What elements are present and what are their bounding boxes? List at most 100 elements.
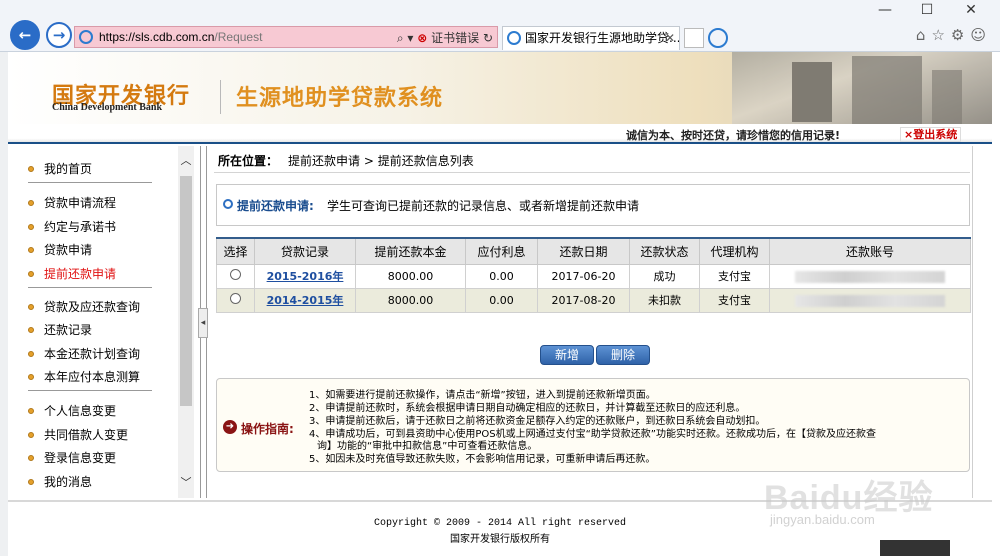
interest-cell: 0.00 bbox=[465, 287, 538, 313]
bullet-icon bbox=[28, 199, 34, 206]
chevron-down-icon[interactable]: ﹀ bbox=[178, 474, 194, 492]
info-box: 提前还款申请: 学生可查询已提前还款的记录信息、或者新增提前还款申请 bbox=[216, 184, 970, 226]
logo-divider bbox=[220, 80, 221, 114]
search-icon[interactable]: ⌕ ▾ bbox=[397, 31, 414, 45]
logout-link[interactable]: ×登出系统 bbox=[900, 127, 962, 142]
redacted-account bbox=[795, 270, 945, 283]
sidebar-item-co-borrower[interactable]: 共同借款人变更 bbox=[28, 426, 128, 443]
sidebar-item-agreement[interactable]: 约定与承诺书 bbox=[28, 218, 116, 235]
date-cell: 2017-08-20 bbox=[537, 287, 630, 313]
bullet-icon bbox=[28, 246, 34, 253]
copyright-owner: 国家开发银行版权所有 bbox=[450, 534, 550, 545]
agent-cell: 支付宝 bbox=[699, 263, 770, 289]
table-row: 2014-2015年 8000.00 0.00 2017-08-20 未扣款 支… bbox=[216, 287, 971, 313]
status-cell: 未扣款 bbox=[629, 287, 700, 313]
column-header: 提前还款本金 bbox=[355, 237, 466, 265]
agent-cell: 支付宝 bbox=[699, 287, 770, 313]
slogan: 诚信为本、按时还贷，请珍惜您的信用记录! bbox=[626, 129, 841, 142]
column-header: 还款账号 bbox=[769, 237, 971, 265]
page-edge bbox=[0, 52, 8, 556]
bullet-icon bbox=[28, 373, 34, 380]
browser-tab[interactable]: 国家开发银行生源地助学贷... ✕ bbox=[502, 26, 680, 50]
divider bbox=[28, 287, 152, 288]
collapse-sidebar-handle[interactable]: ◂ bbox=[198, 308, 208, 338]
minimize-button[interactable]: — bbox=[870, 2, 900, 18]
guide-line: 1、如需要进行提前还款操作，请点击“新增”按钮，进入到提前还款新增页面。 bbox=[309, 390, 656, 401]
bullet-icon bbox=[28, 478, 34, 485]
bullet-icon bbox=[28, 326, 34, 333]
cert-error-label[interactable]: 证书错误 bbox=[431, 31, 479, 45]
delete-button[interactable]: 删除 bbox=[596, 345, 650, 365]
address-bar[interactable]: https://sls.cdb.com.cn/Request ⌕ ▾ ⊗ 证书错… bbox=[74, 26, 498, 48]
operation-guide: ➜ 操作指南: 1、如需要进行提前还款操作，请点击“新增”按钮，进入到提前还款新… bbox=[216, 378, 970, 472]
smiley-icon[interactable]: ☺ bbox=[970, 26, 992, 44]
star-icon[interactable]: ☆ bbox=[931, 26, 950, 44]
breadcrumb: 所在位置： 提前还款申请 > 提前还款信息列表 bbox=[218, 152, 474, 169]
bullet-icon bbox=[28, 270, 34, 277]
url-text: https://sls.cdb.com.cn/Request bbox=[99, 30, 263, 44]
ie-new-tab-icon[interactable] bbox=[708, 28, 728, 48]
sidebar-item-repay-record[interactable]: 还款记录 bbox=[28, 321, 92, 338]
row-select-radio[interactable] bbox=[230, 269, 241, 280]
column-header: 应付利息 bbox=[465, 237, 538, 265]
logo-en: China Development Bank bbox=[52, 102, 163, 113]
divider bbox=[28, 182, 152, 183]
info-text: 学生可查询已提前还款的记录信息、或者新增提前还款申请 bbox=[327, 199, 640, 213]
system-title: 生源地助学贷款系统 bbox=[236, 85, 444, 111]
home-icon[interactable]: ⌂ bbox=[916, 26, 932, 44]
principal-cell: 8000.00 bbox=[355, 263, 466, 289]
sidebar-item-loan-process[interactable]: 贷款申请流程 bbox=[28, 194, 116, 211]
back-button[interactable]: ← bbox=[10, 20, 40, 50]
new-tab-button[interactable] bbox=[684, 28, 704, 48]
loan-record-link[interactable]: 2014-2015年 bbox=[267, 294, 344, 307]
guide-line: 4、申请成功后，可到县资助中心使用POS机或上网通过支付宝“助学贷款还款”功能实… bbox=[309, 429, 876, 440]
sidebar-item-prepay[interactable]: 提前还款申请 bbox=[28, 265, 116, 282]
maximize-button[interactable]: ☐ bbox=[912, 2, 942, 18]
sidebar-item-principal-plan[interactable]: 本金还款计划查询 bbox=[28, 345, 140, 362]
sidebar-item-home[interactable]: 我的首页 bbox=[28, 160, 92, 177]
sidebar-item-loan-apply[interactable]: 贷款申请 bbox=[28, 241, 92, 258]
sidebar-item-loan-query[interactable]: 贷款及应还款查询 bbox=[28, 298, 140, 315]
status-cell: 成功 bbox=[629, 263, 700, 289]
divider bbox=[28, 390, 152, 391]
gear-icon[interactable]: ⚙ bbox=[951, 26, 970, 44]
forward-button[interactable]: → bbox=[46, 22, 72, 48]
close-tab-icon[interactable]: ✕ bbox=[665, 27, 675, 49]
sidebar-scrollbar[interactable]: ︿ ﹀ bbox=[178, 146, 194, 498]
building-image bbox=[732, 52, 992, 124]
browser-chrome: — ☐ ✕ ← → https://sls.cdb.com.cn/Request… bbox=[0, 0, 1000, 52]
close-window-button[interactable]: ✕ bbox=[956, 2, 986, 18]
breadcrumb-path: 提前还款申请 > 提前还款信息列表 bbox=[288, 154, 474, 168]
date-cell: 2017-06-20 bbox=[537, 263, 630, 289]
scroll-thumb[interactable] bbox=[180, 176, 192, 406]
guide-label: 操作指南: bbox=[241, 422, 294, 436]
slogan-bar: 诚信为本、按时还贷，请珍惜您的信用记录! ×登出系统 bbox=[8, 124, 992, 144]
radio-bullet-icon bbox=[223, 199, 233, 209]
refresh-icon[interactable]: ↻ bbox=[483, 31, 493, 45]
account-cell bbox=[769, 287, 971, 313]
divider bbox=[214, 172, 970, 173]
add-button[interactable]: 新增 bbox=[540, 345, 594, 365]
redacted-account bbox=[795, 294, 945, 307]
column-header: 还款日期 bbox=[537, 237, 630, 265]
sidebar-item-messages[interactable]: 我的消息 bbox=[28, 473, 92, 490]
sidebar-item-interest-calc[interactable]: 本年应付本息测算 bbox=[28, 368, 140, 385]
sidebar-item-personal-info[interactable]: 个人信息变更 bbox=[28, 402, 116, 419]
cert-error-icon[interactable]: ⊗ bbox=[417, 31, 427, 45]
loan-record-link[interactable]: 2015-2016年 bbox=[267, 270, 344, 283]
browser-tools: ⌂☆⚙☺ bbox=[916, 26, 992, 44]
bullet-icon bbox=[28, 303, 34, 310]
bullet-icon bbox=[28, 223, 34, 230]
row-select-radio[interactable] bbox=[230, 293, 241, 304]
principal-cell: 8000.00 bbox=[355, 287, 466, 313]
interest-cell: 0.00 bbox=[465, 263, 538, 289]
bullet-icon bbox=[28, 165, 34, 172]
chevron-up-icon[interactable]: ︿ bbox=[178, 152, 194, 170]
tab-title: 国家开发银行生源地助学贷... bbox=[525, 31, 680, 45]
column-header: 还款状态 bbox=[629, 237, 700, 265]
watermark-url: jingyan.baidu.com bbox=[770, 512, 875, 527]
sidebar-item-login-info[interactable]: 登录信息变更 bbox=[28, 449, 116, 466]
account-cell bbox=[769, 263, 971, 289]
info-label: 提前还款申请: bbox=[237, 199, 314, 213]
bullet-icon bbox=[28, 350, 34, 357]
